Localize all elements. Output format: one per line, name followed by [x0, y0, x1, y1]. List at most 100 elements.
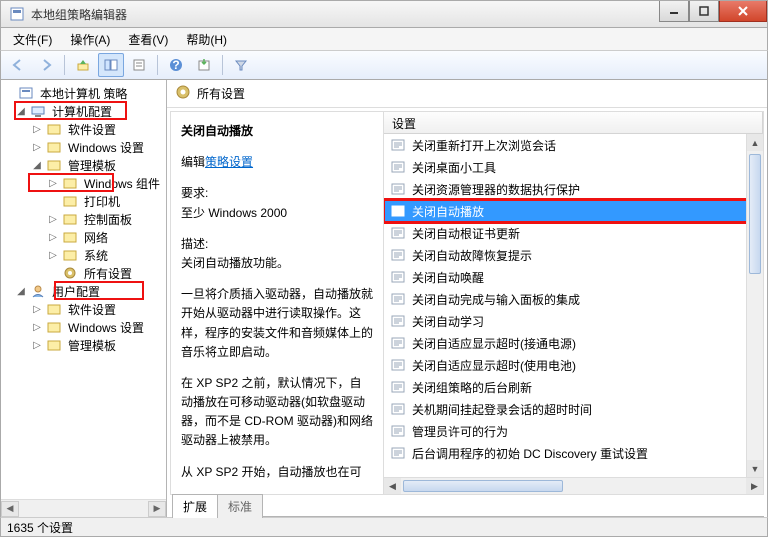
policy-item-icon	[390, 182, 406, 196]
nav-forward-button[interactable]	[33, 53, 59, 77]
tree-root[interactable]: 本地计算机 策略	[37, 84, 130, 103]
settings-list[interactable]: 关闭重新打开上次浏览会话关闭桌面小工具关闭资源管理器的数据执行保护关闭自动播放关…	[384, 134, 763, 477]
collapse-icon[interactable]: ◢	[31, 160, 43, 171]
tree-printers[interactable]: 打印机	[81, 192, 123, 211]
scroll-thumb[interactable]	[403, 480, 563, 492]
setting-row[interactable]: 关闭自动故障恢复提示	[384, 244, 763, 266]
scroll-up-icon[interactable]: ▲	[747, 134, 763, 151]
setting-row[interactable]: 管理员许可的行为	[384, 420, 763, 442]
tree-user-config[interactable]: 用户配置	[49, 282, 103, 301]
description-label: 描述:	[181, 235, 373, 254]
scroll-right-icon[interactable]: ▶	[148, 501, 166, 517]
setting-row[interactable]: 关闭自动学习	[384, 310, 763, 332]
expand-icon[interactable]: ▷	[31, 124, 43, 135]
tab-standard[interactable]: 标准	[217, 494, 263, 518]
statusbar: 1635 个设置	[0, 517, 768, 537]
setting-row[interactable]: 关闭组策略的后台刷新	[384, 376, 763, 398]
tab-extended[interactable]: 扩展	[172, 494, 218, 518]
menu-action[interactable]: 操作(A)	[62, 29, 118, 50]
tree-computer-config[interactable]: 计算机配置	[49, 102, 115, 121]
expand-icon[interactable]: ▷	[47, 250, 59, 261]
setting-label: 关闭自动学习	[412, 313, 484, 330]
column-setting[interactable]: 设置	[384, 112, 763, 133]
setting-label: 关闭自动唤醒	[412, 269, 484, 286]
policy-item-icon	[390, 402, 406, 416]
user-icon	[30, 283, 46, 299]
description-text: 一旦将介质插入驱动器，自动播放就开始从驱动器中进行读取操作。这样，程序的安装文件…	[181, 285, 373, 362]
edit-policy-link[interactable]: 策略设置	[205, 155, 253, 169]
export-button[interactable]	[191, 53, 217, 77]
expand-icon[interactable]: ▷	[47, 178, 59, 189]
menu-file[interactable]: 文件(F)	[5, 29, 60, 50]
minimize-button[interactable]	[659, 1, 689, 22]
tree-all-settings[interactable]: 所有设置	[81, 264, 135, 283]
setting-row[interactable]: 关闭重新打开上次浏览会话	[384, 134, 763, 156]
requirements-value: 至少 Windows 2000	[181, 204, 373, 223]
expand-icon[interactable]: ▷	[47, 214, 59, 225]
setting-row[interactable]: 关闭自动完成与输入面板的集成	[384, 288, 763, 310]
tree-user-software[interactable]: 软件设置	[65, 300, 119, 319]
scroll-left-icon[interactable]: ◀	[384, 478, 401, 494]
scroll-thumb[interactable]	[749, 154, 761, 274]
folder-icon	[62, 211, 78, 227]
list-hscroll[interactable]: ◀ ▶	[384, 477, 763, 494]
policy-item-icon	[390, 358, 406, 372]
tree-control-panel[interactable]: 控制面板	[81, 210, 135, 229]
app-icon	[9, 6, 25, 22]
properties-button[interactable]	[126, 53, 152, 77]
edit-label: 编辑	[181, 155, 205, 169]
expand-icon[interactable]: ▷	[31, 304, 43, 315]
setting-label: 关闭自动根证书更新	[412, 225, 520, 242]
setting-label: 关闭自动完成与输入面板的集成	[412, 291, 580, 308]
up-button[interactable]	[70, 53, 96, 77]
tree-system[interactable]: 系统	[81, 246, 111, 265]
folder-icon	[62, 175, 78, 191]
expand-icon[interactable]: ▷	[31, 322, 43, 333]
tree-windows-components[interactable]: Windows 组件	[81, 174, 163, 193]
tree-hscroll[interactable]: ◀ ▶	[1, 499, 166, 517]
tree-admin-templates[interactable]: 管理模板	[65, 156, 119, 175]
setting-label: 关闭自适应显示超时(使用电池)	[412, 357, 576, 374]
help-button[interactable]: ?	[163, 53, 189, 77]
tree-network[interactable]: 网络	[81, 228, 111, 247]
collapse-icon[interactable]: ◢	[15, 106, 27, 117]
tree-windows-settings[interactable]: Windows 设置	[65, 138, 147, 157]
setting-label: 关闭重新打开上次浏览会话	[412, 137, 556, 154]
setting-row[interactable]: 关闭资源管理器的数据执行保护	[384, 178, 763, 200]
menu-help[interactable]: 帮助(H)	[178, 29, 235, 50]
expand-icon[interactable]: ▷	[31, 340, 43, 351]
titlebar: 本地组策略编辑器	[0, 0, 768, 28]
setting-row[interactable]: 关闭桌面小工具	[384, 156, 763, 178]
menu-view[interactable]: 查看(V)	[120, 29, 176, 50]
maximize-button[interactable]	[689, 1, 719, 22]
nav-back-button[interactable]	[5, 53, 31, 77]
setting-row[interactable]: 关闭自动唤醒	[384, 266, 763, 288]
show-tree-button[interactable]	[98, 53, 124, 77]
policy-item-icon	[390, 248, 406, 262]
scroll-right-icon[interactable]: ▶	[746, 478, 763, 494]
tree-user-admin[interactable]: 管理模板	[65, 336, 119, 355]
tree-software-settings[interactable]: 软件设置	[65, 120, 119, 139]
scroll-down-icon[interactable]: ▼	[747, 460, 763, 477]
scroll-left-icon[interactable]: ◀	[1, 501, 19, 517]
content-title: 所有设置	[197, 85, 245, 102]
tree-user-windows[interactable]: Windows 设置	[65, 318, 147, 337]
close-button[interactable]	[719, 1, 767, 22]
collapse-icon[interactable]: ◢	[15, 286, 27, 297]
setting-row[interactable]: 关闭自适应显示超时(使用电池)	[384, 354, 763, 376]
folder-icon	[46, 157, 62, 173]
setting-row[interactable]: 关闭自适应显示超时(接通电源)	[384, 332, 763, 354]
expand-icon[interactable]: ▷	[47, 232, 59, 243]
list-vscroll[interactable]: ▲ ▼	[746, 134, 763, 477]
setting-row[interactable]: 关闭自动播放	[384, 200, 763, 222]
folder-icon	[46, 319, 62, 335]
filter-button[interactable]	[228, 53, 254, 77]
list-header[interactable]: 设置	[384, 112, 763, 134]
navigation-tree[interactable]: 本地计算机 策略 ◢ 计算机配置 ▷ 软件设置 ▷ Windows 设置 ◢ 管…	[1, 80, 166, 358]
setting-row[interactable]: 关机期间挂起登录会话的超时时间	[384, 398, 763, 420]
setting-row[interactable]: 后台调用程序的初始 DC Discovery 重试设置	[384, 442, 763, 464]
policy-item-icon	[390, 314, 406, 328]
expand-icon[interactable]: ▷	[31, 142, 43, 153]
setting-row[interactable]: 关闭自动根证书更新	[384, 222, 763, 244]
policy-item-icon	[390, 160, 406, 174]
